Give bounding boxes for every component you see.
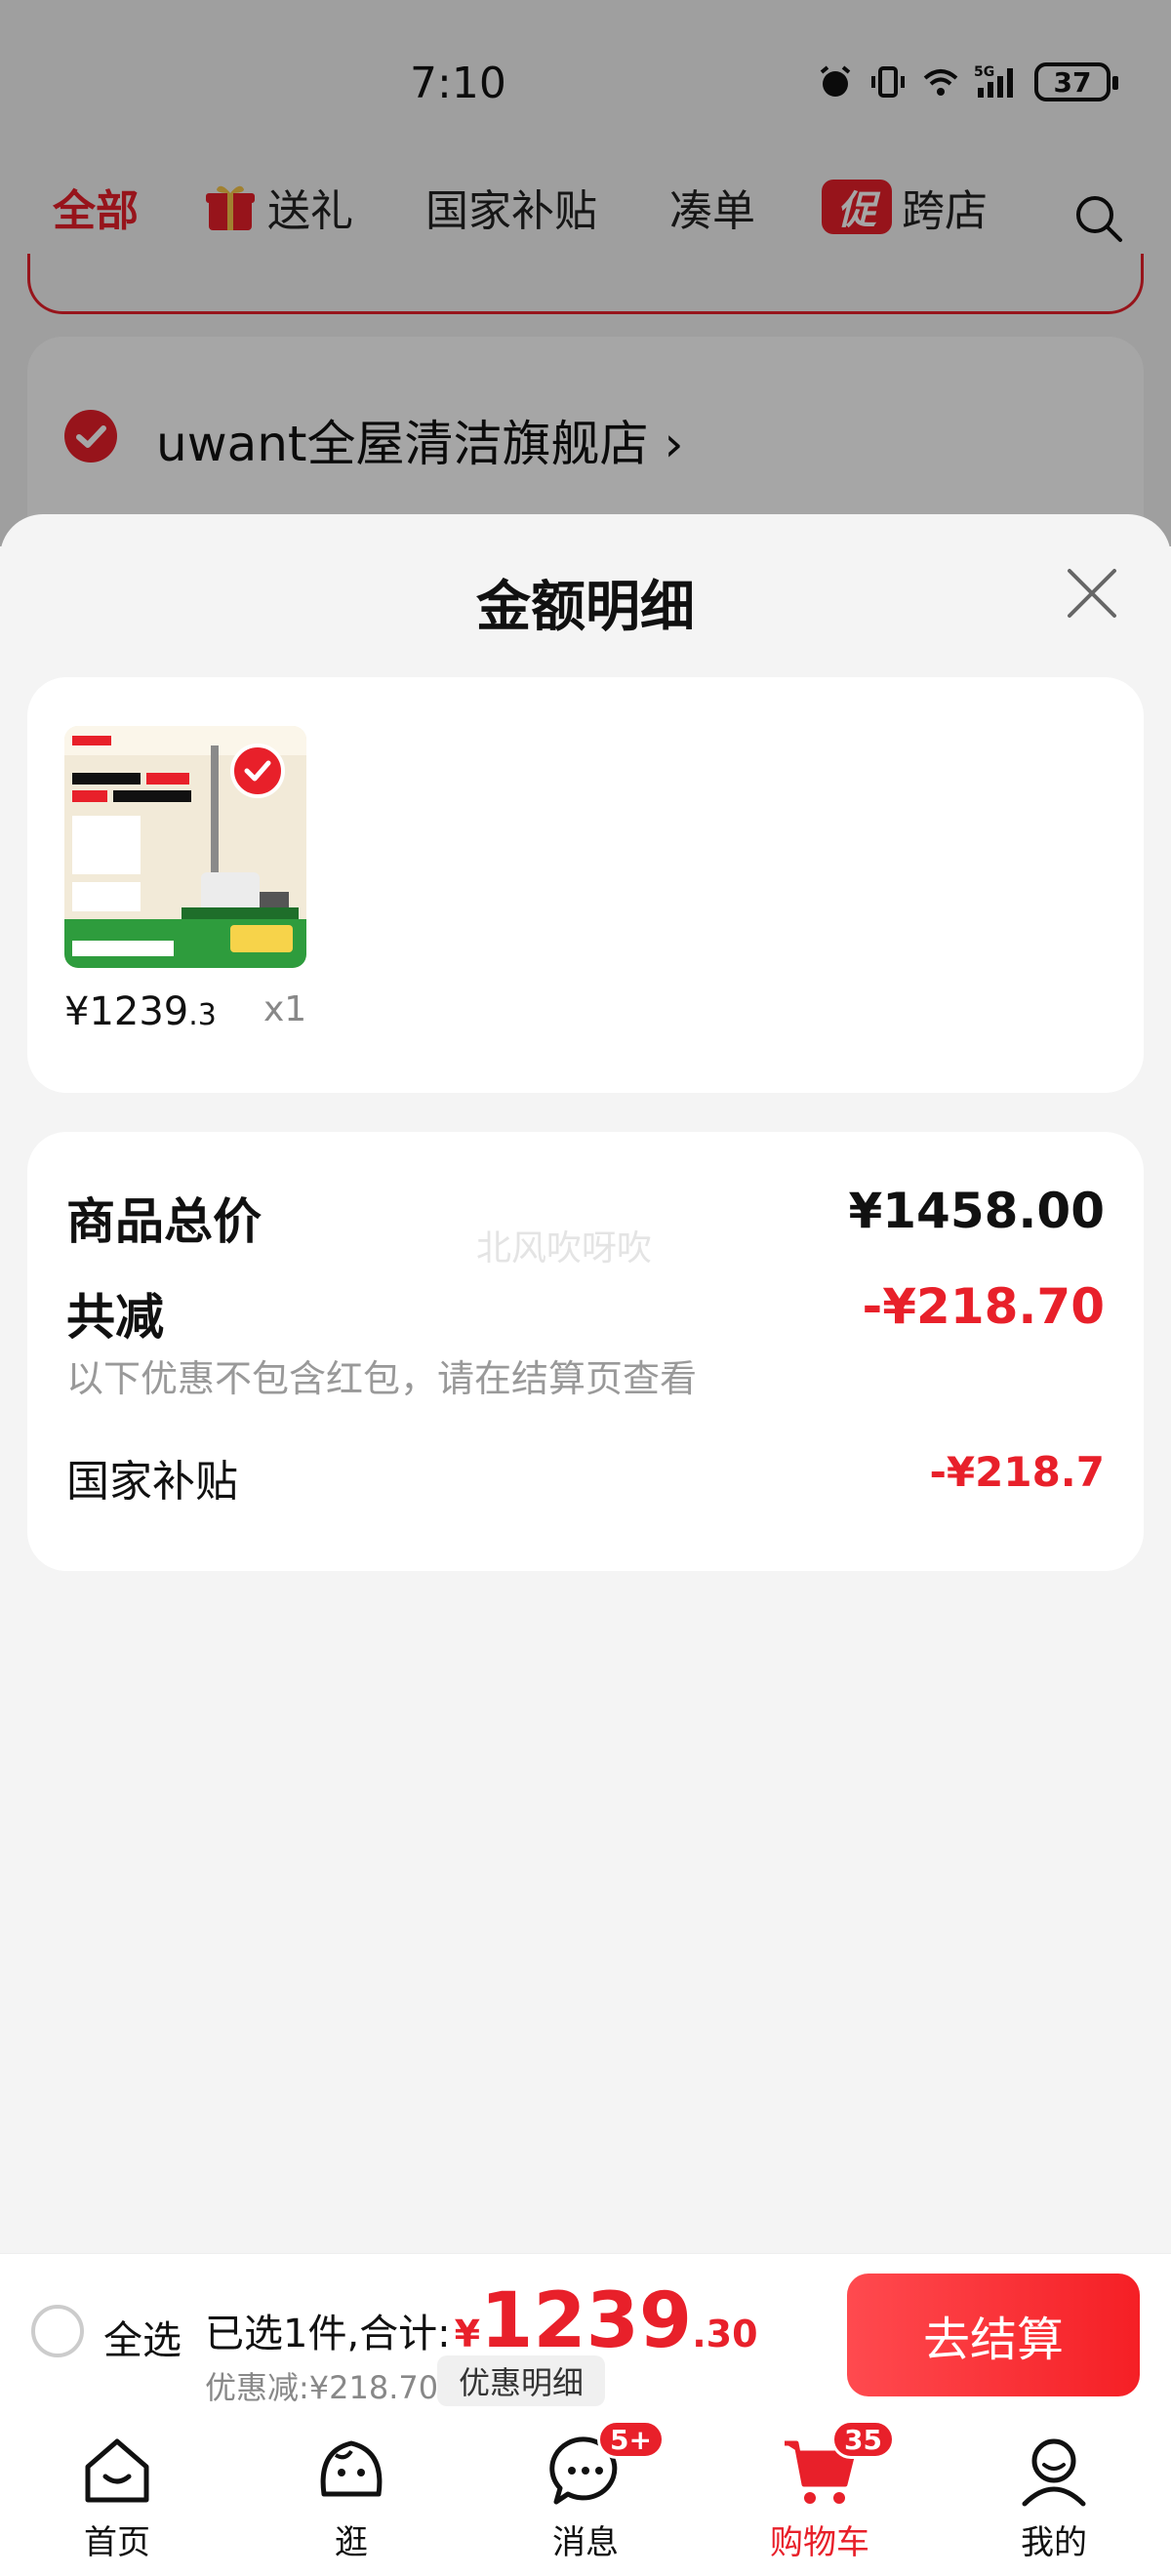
discount-detail-button[interactable]: 优惠明细 (437, 2355, 606, 2406)
discount-text: 优惠减:¥218.70 (205, 2369, 439, 2406)
currency-symbol: ¥ (454, 2313, 481, 2355)
item-price: ¥1239.3 (64, 989, 217, 1034)
bottom-nav: 首页 逛 5+ 消息 35 购物车 我的 (0, 2414, 1171, 2576)
nav-home-label: 首页 (84, 2523, 150, 2562)
sheet-title: 金额明细 (476, 576, 695, 639)
profile-icon (1022, 2438, 1086, 2507)
nav-messages-label: 消息 (552, 2523, 619, 2562)
total-price-value: ¥1458.00 (848, 1183, 1105, 1239)
messages-icon-wrap: 5+ (546, 2420, 665, 2510)
nav-browse[interactable]: 逛 (273, 2432, 429, 2563)
total-price-label: 商品总价 (66, 1193, 262, 1250)
nav-profile-label: 我的 (1021, 2523, 1087, 2562)
selected-items-card: ¥1239.3 x1 (27, 677, 1144, 1093)
price-summary-card: 北风吹呀吹 商品总价 ¥1458.00 共减 -¥218.70 以下优惠不包含红… (27, 1132, 1144, 1571)
price-detail-sheet: 金额明细 ¥1239.3 x1 北风吹呀吹 商品总价 ¥1458.00 共减 -… (0, 514, 1171, 2253)
total-amount-dec: .30 (692, 2313, 758, 2355)
cart-icon-wrap: 35 (781, 2420, 895, 2510)
selected-count-text: 已选1件,合计: (205, 2312, 451, 2356)
item-price-int: ¥1239 (64, 989, 189, 1034)
checkout-bar: 全选 已选1件,合计: ¥ 1239 .30 优惠减:¥218.70 优惠明细 … (0, 2253, 1171, 2414)
nav-messages[interactable]: 5+ 消息 (507, 2420, 665, 2563)
total-line: 已选1件,合计: ¥ 1239 .30 (205, 2277, 758, 2365)
reduction-label: 共减 (66, 1289, 164, 1346)
reduction-note: 以下优惠不包含红包，请在结算页查看 (66, 1357, 698, 1400)
total-amount-int: 1239 (480, 2277, 693, 2365)
nav-cart-label: 购物车 (770, 2523, 869, 2562)
item-quantity: x1 (263, 989, 307, 1029)
close-icon[interactable] (1062, 563, 1122, 624)
check-icon (244, 760, 271, 782)
nav-cart[interactable]: 35 购物车 (742, 2420, 898, 2563)
reduction-value: -¥218.70 (862, 1278, 1106, 1335)
home-icon (85, 2438, 149, 2503)
browse-face-icon (320, 2440, 383, 2497)
select-all-checkbox[interactable] (31, 2305, 84, 2357)
cart-badge: 35 (831, 2420, 895, 2459)
item-price-dec: .3 (188, 998, 217, 1032)
nav-profile[interactable]: 我的 (976, 2432, 1132, 2563)
nav-home[interactable]: 首页 (39, 2432, 195, 2563)
item-checkbox[interactable] (230, 744, 285, 798)
watermark: 北风吹呀吹 (476, 1228, 653, 1268)
messages-badge: 5+ (597, 2420, 665, 2459)
background-cart-page: 7:10 5G 37 全部 送礼 国家补贴 凑单 促 跨店 uwant全屋清洁旗… (0, 0, 1171, 581)
checkout-button[interactable]: 去结算 (847, 2274, 1140, 2396)
dim-overlay[interactable] (0, 0, 1171, 546)
nav-browse-label: 逛 (335, 2523, 368, 2562)
select-all-label[interactable]: 全选 (103, 2309, 182, 2365)
national-subsidy-label: 国家补贴 (66, 1457, 238, 1507)
national-subsidy-value: -¥218.7 (929, 1448, 1105, 1496)
